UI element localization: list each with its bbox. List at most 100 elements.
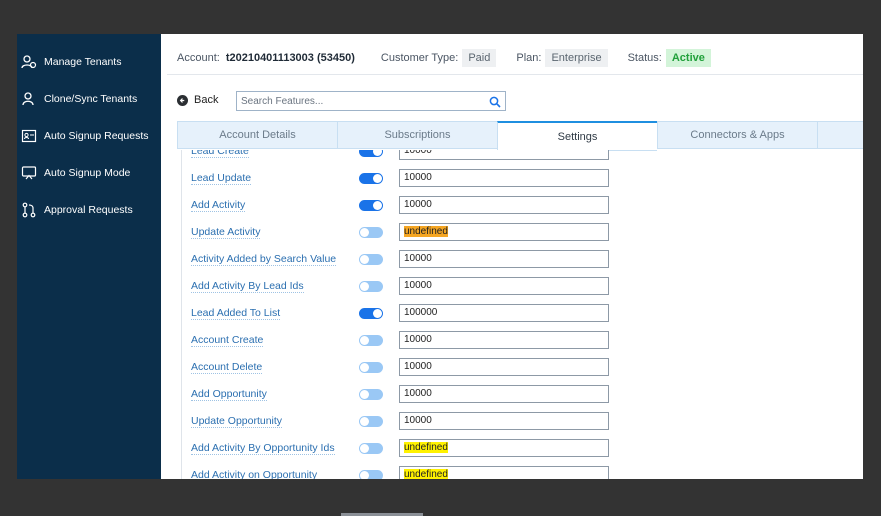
setting-value: 10000	[404, 253, 432, 264]
settings-row: Add Opportunity 10000	[182, 384, 863, 404]
setting-toggle[interactable]	[359, 227, 383, 238]
toggle-knob	[360, 471, 369, 479]
setting-toggle[interactable]	[359, 335, 383, 346]
toggle-knob	[360, 336, 369, 345]
account-info-bar: Account: t20210401113003 (53450) Custome…	[167, 42, 863, 75]
setting-label: Update Activity	[191, 226, 261, 239]
settings-row: Account Create 10000	[182, 330, 863, 350]
sidebar-item-label: Auto Signup Requests	[44, 130, 149, 142]
setting-label: Add Activity By Opportunity Ids	[191, 442, 335, 455]
sidebar-item-manage-tenants[interactable]: Manage Tenants	[17, 51, 161, 73]
setting-label: Account Create	[191, 334, 264, 347]
setting-value-input[interactable]: 10000	[399, 385, 609, 403]
setting-value-input[interactable]: 10000	[399, 277, 609, 295]
setting-value-input[interactable]: undefined	[399, 466, 609, 479]
sidebar-item-label: Auto Signup Mode	[44, 167, 131, 179]
status-label: Status:	[627, 52, 662, 64]
tab-subscriptions[interactable]: Subscriptions	[337, 121, 497, 149]
setting-value-input[interactable]: 10000	[399, 331, 609, 349]
setting-value-input[interactable]: 10000	[399, 196, 609, 214]
setting-toggle[interactable]	[359, 281, 383, 292]
main-panel: Account: t20210401113003 (53450) Custome…	[161, 34, 863, 479]
setting-toggle[interactable]	[359, 416, 383, 427]
settings-row: Add Activity 10000	[182, 195, 863, 215]
sidebar-item-auto-signup-requests[interactable]: Auto Signup Requests	[17, 125, 161, 147]
tab-label: Connectors & Apps	[690, 129, 785, 141]
setting-value: 10000	[404, 172, 432, 183]
setting-toggle[interactable]	[359, 173, 383, 184]
tab-label: Account Details	[219, 129, 296, 141]
sidebar-item-approval-requests[interactable]: Approval Requests	[17, 199, 161, 221]
setting-toggle[interactable]	[359, 443, 383, 454]
setting-value-input[interactable]: 10000	[399, 150, 609, 160]
plan-label: Plan:	[516, 52, 542, 64]
setting-value: 10000	[404, 388, 432, 399]
setting-label: Add Activity on Opportunity	[191, 469, 317, 479]
setting-value: 10000	[404, 150, 432, 156]
setting-value: 10000	[404, 280, 432, 291]
tab-filler	[817, 121, 863, 149]
setting-toggle[interactable]	[359, 470, 383, 479]
setting-label: Add Activity	[191, 199, 246, 212]
setting-value: 100000	[404, 307, 438, 318]
setting-toggle[interactable]	[359, 254, 383, 265]
setting-toggle[interactable]	[359, 200, 383, 211]
toggle-knob	[360, 444, 369, 453]
search-box	[236, 91, 506, 111]
toggle-knob	[360, 228, 369, 237]
setting-value: undefined	[404, 442, 448, 453]
setting-value: 10000	[404, 361, 432, 372]
back-arrow-icon	[177, 94, 188, 106]
back-label: Back	[194, 94, 219, 106]
sidebar-item-clone-sync-tenants[interactable]: Clone/Sync Tenants	[17, 88, 161, 110]
setting-toggle[interactable]	[359, 150, 383, 157]
customer-type-badge: Paid	[462, 49, 497, 67]
setting-label: Account Delete	[191, 361, 263, 374]
setting-value-input[interactable]: undefined	[399, 439, 609, 457]
tab-settings[interactable]: Settings	[497, 121, 657, 151]
back-button[interactable]: Back	[177, 94, 218, 106]
settings-row: Update Activity undefined	[182, 222, 863, 242]
toggle-knob	[360, 282, 369, 291]
account-label: Account:	[177, 52, 220, 64]
tab-connectors-apps[interactable]: Connectors & Apps	[657, 121, 817, 149]
sidebar-item-label: Manage Tenants	[44, 56, 122, 68]
toggle-knob	[360, 417, 369, 426]
sidebar-item-auto-signup-mode[interactable]: Auto Signup Mode	[17, 162, 161, 184]
toggle-knob	[373, 309, 382, 318]
merge-icon	[21, 202, 37, 218]
sidebar-item-label: Approval Requests	[44, 204, 133, 216]
setting-label: Lead Create	[191, 150, 249, 158]
settings-row: Account Delete 10000	[182, 357, 863, 377]
toggle-knob	[373, 174, 382, 183]
toggle-knob	[373, 150, 382, 156]
settings-row: Lead Update 10000	[182, 168, 863, 188]
monitor-icon	[21, 165, 37, 181]
search-input[interactable]	[237, 92, 486, 110]
tab-bar: Account Details Subscriptions Settings C…	[177, 121, 863, 151]
toggle-knob	[360, 390, 369, 399]
toggle-knob	[373, 201, 382, 210]
settings-list[interactable]: Lead Create 10000 Lead Update 10000 Add Acti…	[181, 150, 863, 479]
id-card-icon	[21, 128, 37, 144]
setting-value-input[interactable]: 10000	[399, 250, 609, 268]
setting-value-input[interactable]: undefined	[399, 223, 609, 241]
setting-value: 10000	[404, 334, 432, 345]
plan-badge: Enterprise	[545, 49, 608, 67]
setting-value: 10000	[404, 199, 432, 210]
settings-row: Lead Create 10000	[182, 150, 863, 161]
setting-value-input[interactable]: 10000	[399, 412, 609, 430]
setting-toggle[interactable]	[359, 389, 383, 400]
setting-value-input[interactable]: 10000	[399, 358, 609, 376]
setting-toggle[interactable]	[359, 308, 383, 319]
account-value: t20210401113003 (53450)	[225, 52, 355, 64]
setting-toggle[interactable]	[359, 362, 383, 373]
setting-value-input[interactable]: 100000	[399, 304, 609, 322]
settings-row: Add Activity By Opportunity Ids undefined	[182, 438, 863, 458]
tab-account-details[interactable]: Account Details	[177, 121, 337, 149]
setting-label: Add Activity By Lead Ids	[191, 280, 304, 293]
setting-label: Update Opportunity	[191, 415, 283, 428]
setting-value-input[interactable]: 10000	[399, 169, 609, 187]
settings-row: Lead Added To List 100000	[182, 303, 863, 323]
search-icon[interactable]	[489, 95, 501, 113]
